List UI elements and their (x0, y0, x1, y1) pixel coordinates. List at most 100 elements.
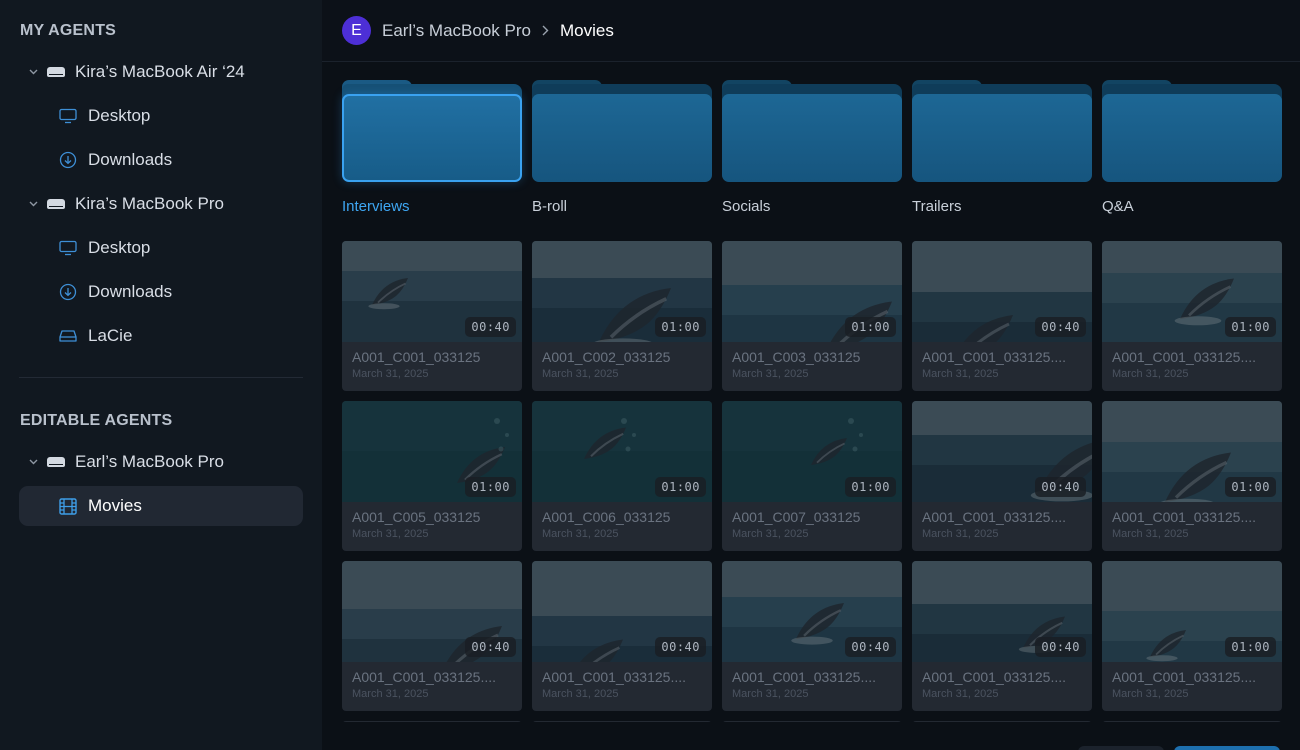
my-agents-title: MY AGENTS (20, 22, 117, 39)
folder-label: Socials (722, 198, 771, 215)
clip-duration: 01:00 (845, 317, 896, 337)
clip-thumbnail: 01:00 (722, 241, 902, 342)
clip-date: March 31, 2025 (1112, 688, 1189, 700)
sidebar-item-label: Downloads (88, 150, 173, 169)
clip-card[interactable]: 01:00 A001_C001_033125.... March 31, 2025 (1102, 241, 1282, 391)
clip-thumbnail: 01:00 (1102, 561, 1282, 662)
sidebar-item-label: Desktop (88, 238, 151, 257)
clip-thumbnail: 01:00 (342, 401, 522, 502)
film-icon (59, 497, 77, 515)
clip-date: March 31, 2025 (542, 528, 619, 540)
clip-duration: 01:00 (465, 477, 516, 497)
sidebar-item-downloads[interactable]: Downloads (19, 272, 303, 312)
editable-agents-title: EDITABLE AGENTS (20, 412, 173, 429)
clip-date: March 31, 2025 (352, 528, 429, 540)
folder-icon (722, 80, 902, 184)
clip-card[interactable]: 00:40 A001_C001_033125.... March 31, 2025 (722, 561, 902, 711)
agent-kira-macbook-air[interactable]: Kira’s MacBook Air ‘24 (19, 52, 303, 92)
clip-card[interactable]: 00:40 A001_C001_033125 March 31, 2025 (342, 241, 522, 391)
clip-card[interactable]: 00:40 A001_C001_033125.... March 31, 2025 (532, 561, 712, 711)
clip-date: March 31, 2025 (922, 688, 999, 700)
primary-button[interactable] (1174, 746, 1280, 750)
clip-name: A001_C001_033125 (352, 349, 481, 365)
clip-name: A001_C001_033125.... (542, 669, 687, 685)
clip-thumbnail: 01:00 (532, 241, 712, 342)
clip-date: March 31, 2025 (732, 528, 809, 540)
breadcrumb-root[interactable]: Earl’s MacBook Pro (382, 21, 531, 41)
clip-duration: 00:40 (845, 637, 896, 657)
clip-thumbnail: 01:00 (532, 401, 712, 502)
clip-duration: 00:40 (465, 317, 516, 337)
folder-item[interactable]: Socials (722, 80, 902, 215)
avatar[interactable]: E (342, 16, 371, 45)
monitor-icon (59, 239, 77, 257)
clip-date: March 31, 2025 (1112, 528, 1189, 540)
folder-item[interactable]: Trailers (912, 80, 1092, 215)
chevron-down-icon[interactable] (27, 201, 39, 207)
clip-card[interactable]: 00:40 A001_C001_033125.... March 31, 2025 (342, 561, 522, 711)
download-icon (59, 283, 77, 301)
agent-earl-macbook-pro[interactable]: Earl’s MacBook Pro (19, 442, 303, 482)
download-icon (59, 151, 77, 169)
breadcrumb: E Earl’s MacBook Pro Movies (322, 0, 1300, 62)
clip-card[interactable]: 01:00 A001_C001_033125.... March 31, 2025 (1102, 561, 1282, 711)
clip-duration: 00:40 (1035, 477, 1086, 497)
clip-duration: 01:00 (655, 477, 706, 497)
chevron-down-icon[interactable] (27, 459, 39, 465)
folder-item[interactable]: B-roll (532, 80, 712, 215)
clip-card[interactable]: 00:40 A001_C001_033125.... March 31, 2025 (912, 401, 1092, 551)
sidebar-item-downloads[interactable]: Downloads (19, 140, 303, 180)
external-drive-icon (59, 327, 77, 345)
clip-card[interactable]: 01:00 A001_C006_033125 March 31, 2025 (532, 401, 712, 551)
clip-card[interactable]: 01:00 A001_C003_033125 March 31, 2025 (722, 241, 902, 391)
clip-name: A001_C005_033125 (352, 509, 481, 525)
my-agents-tree: Kira’s MacBook Air ‘24 Desktop Downloads (19, 52, 303, 356)
sidebar-item-desktop[interactable]: Desktop (19, 96, 303, 136)
clip-date: March 31, 2025 (542, 688, 619, 700)
breadcrumb-current: Movies (559, 20, 614, 40)
clip-date: March 31, 2025 (922, 368, 999, 380)
clip-duration: 01:00 (1225, 637, 1276, 657)
sidebar-item-label: LaCie (88, 326, 133, 345)
agent-label: Earl’s MacBook Pro (75, 452, 224, 471)
clip-card[interactable]: 00:40 A001_C001_033125.... March 31, 2025 (912, 241, 1092, 391)
clip-thumbnail: 01:00 (1102, 401, 1282, 502)
clip-duration: 01:00 (1225, 477, 1276, 497)
sidebar: MY AGENTS Kira’s MacBook Air ‘24 Desktop (0, 0, 322, 750)
clip-name: A001_C001_033125.... (1112, 349, 1257, 365)
drive-icon (47, 67, 65, 77)
folder-row: Interviews B-roll Socials Trailers Q&A (342, 80, 1282, 215)
sidebar-item-movies[interactable]: Movies (19, 486, 303, 526)
clip-date: March 31, 2025 (352, 368, 429, 380)
sidebar-item-desktop[interactable]: Desktop (19, 228, 303, 268)
clip-card[interactable]: 01:00 A001_C001_033125.... March 31, 2025 (1102, 401, 1282, 551)
clip-card[interactable]: 00:40 A001_C001_033125.... March 31, 2025 (912, 561, 1092, 711)
clip-date: March 31, 2025 (732, 688, 809, 700)
clip-name: A001_C001_033125.... (1112, 669, 1257, 685)
folder-item[interactable]: Q&A (1102, 80, 1282, 215)
clip-card[interactable]: 01:00 A001_C002_033125 March 31, 2025 (532, 241, 712, 391)
chevron-down-icon[interactable] (27, 69, 39, 75)
folder-icon (532, 80, 712, 184)
clip-thumbnail: 00:40 (342, 241, 522, 342)
clip-name: A001_C007_033125 (732, 509, 861, 525)
sidebar-item-label: Movies (88, 496, 142, 515)
clip-duration: 00:40 (1035, 637, 1086, 657)
folder-item[interactable]: Interviews (342, 80, 522, 215)
sidebar-item-lacie[interactable]: LaCie (19, 316, 303, 356)
clip-name: A001_C001_033125.... (732, 669, 877, 685)
clip-name: A001_C006_033125 (542, 509, 671, 525)
agent-kira-macbook-pro[interactable]: Kira’s MacBook Pro (19, 184, 303, 224)
clip-card[interactable]: 01:00 A001_C007_033125 March 31, 2025 (722, 401, 902, 551)
drive-icon (47, 199, 65, 209)
clip-grid: 00:40 A001_C001_033125 March 31, 2025 01:00… (342, 241, 1282, 731)
secondary-button[interactable] (1078, 746, 1164, 750)
clip-duration: 01:00 (1225, 317, 1276, 337)
folder-icon (1102, 80, 1282, 184)
clip-name: A001_C003_033125 (732, 349, 861, 365)
clip-name: A001_C001_033125.... (1112, 509, 1257, 525)
clip-date: March 31, 2025 (922, 528, 999, 540)
folder-label: B-roll (532, 198, 568, 215)
clip-card[interactable]: 01:00 A001_C005_033125 March 31, 2025 (342, 401, 522, 551)
sidebar-item-label: Downloads (88, 282, 173, 301)
